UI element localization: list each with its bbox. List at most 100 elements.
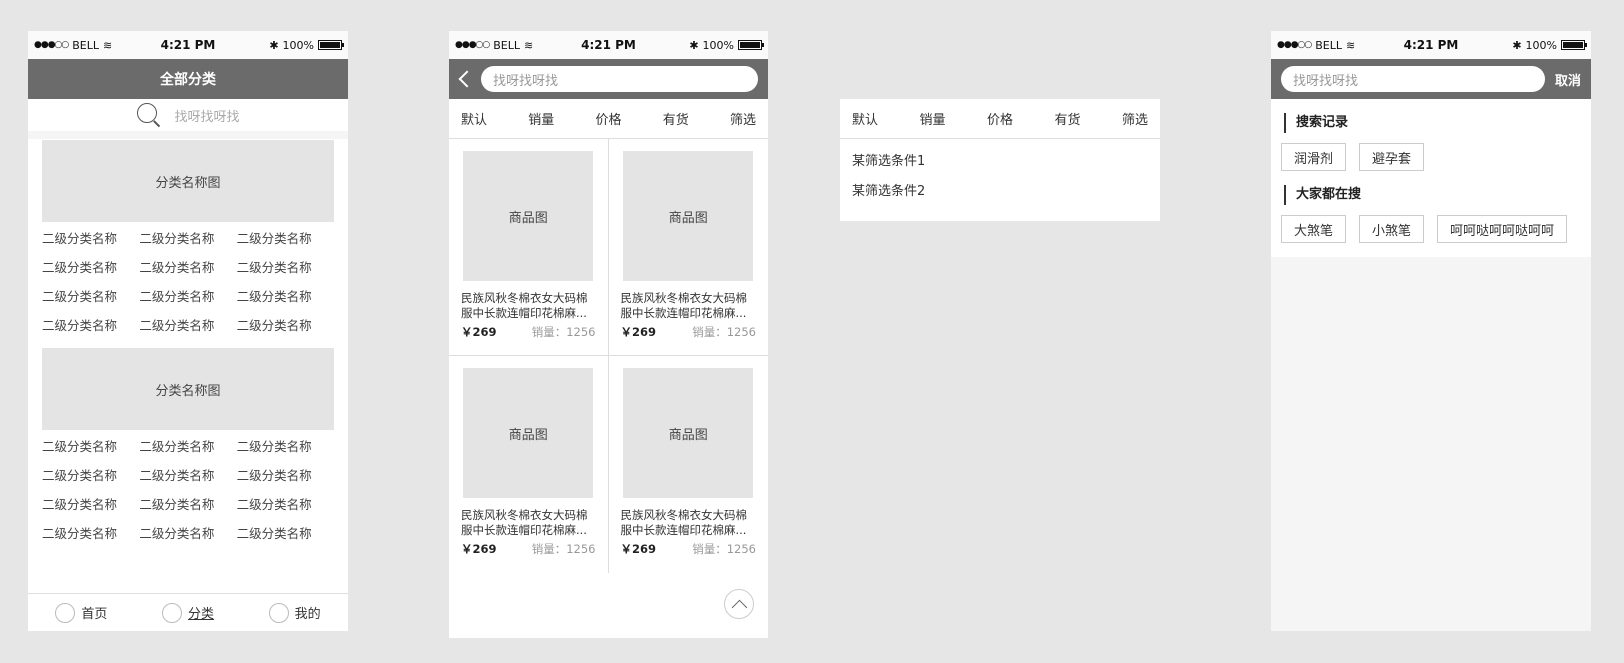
category-groups: 分类名称图 二级分类名称 二级分类名称 二级分类名称 二级分类名称 二级分类名称 二级分类名… — [28, 140, 348, 548]
subcategory-link[interactable]: 二级分类名称 — [42, 494, 139, 513]
subcategory-link[interactable]: 二级分类名称 — [237, 315, 334, 334]
filter-condition[interactable]: 某筛选条件2 — [852, 177, 1148, 207]
nav-item[interactable]: 我的 — [268, 602, 321, 623]
subcategory-link[interactable]: 二级分类名称 — [237, 465, 334, 484]
nav-item-label: 分类 — [187, 607, 214, 622]
product-meta: ￥269 销量：1256 — [461, 541, 596, 557]
search-bar: 找呀找呀找 — [449, 59, 768, 99]
sort-tab[interactable]: 默认 — [852, 109, 878, 128]
product-title: 民族风秋冬棉衣女大码棉服中长款连帽印花棉麻... — [620, 508, 748, 537]
subcategory-link[interactable]: 二级分类名称 — [237, 257, 334, 276]
product-list-screen: ●●●○○ BELL ≋ 4:21 PM ✱ 100% 找呀找呀找 默认 销量 价格 有货 筛… — [449, 31, 768, 638]
subcategory-link[interactable]: 二级分类名称 — [139, 228, 236, 247]
hot-tag[interactable]: 大煞笔 — [1281, 215, 1347, 243]
battery-icon — [318, 40, 344, 50]
product-image: 商品图 — [463, 151, 594, 281]
status-time: 4:21 PM — [160, 38, 216, 52]
subcategory-link[interactable]: 二级分类名称 — [139, 523, 236, 542]
nav-item[interactable]: 首页 — [55, 602, 107, 623]
subcategory-link[interactable]: 二级分类名称 — [139, 465, 236, 484]
search-screen: ●●●○○ BELL ≋ 4:21 PM ✱ 100% 找呀找呀找 取消 搜索记录 润… — [1271, 31, 1591, 631]
subcategory-grid: 二级分类名称 二级分类名称 二级分类名称 二级分类名称 二级分类名称 二级分类名称 二级分类… — [28, 222, 348, 340]
status-bar: ●●●○○ BELL ≋ 4:21 PM ✱ 100% — [28, 31, 348, 59]
hot-tag[interactable]: 呵呵哒呵呵哒呵呵 — [1437, 215, 1568, 243]
product-card[interactable]: 商品图民族风秋冬棉衣女大码棉服中长款连帽印花棉麻... ￥269 销量：1256 — [449, 356, 609, 573]
search-suggestions: 搜索记录 润滑剂 避孕套 大家都在搜 大煞笔 小煞笔 呵呵哒呵呵哒呵呵 — [1271, 99, 1591, 257]
product-card[interactable]: 商品图民族风秋冬棉衣女大码棉服中长款连帽印花棉麻... ￥269 销量：1256 — [449, 139, 609, 356]
sort-tab[interactable]: 有货 — [1054, 109, 1080, 128]
product-price: ￥269 — [461, 325, 497, 339]
product-image: 商品图 — [623, 151, 754, 281]
category-image[interactable]: 分类名称图 — [42, 348, 334, 430]
search-input[interactable]: 找呀找呀找 — [1281, 66, 1545, 92]
nav-item-label: 我的 — [294, 607, 321, 622]
bottom-nav: 首页 分类 我的 — [28, 593, 348, 631]
product-price: ￥269 — [461, 542, 497, 556]
product-sales: 销量：1256 — [692, 542, 756, 556]
sort-tab[interactable]: 有货 — [663, 109, 689, 128]
history-title: 搜索记录 — [1284, 113, 1581, 133]
filter-condition[interactable]: 某筛选条件1 — [852, 147, 1148, 177]
subcategory-link[interactable]: 二级分类名称 — [139, 286, 236, 305]
product-sales: 销量：1256 — [692, 325, 756, 339]
sort-tab[interactable]: 价格 — [987, 109, 1013, 128]
sort-tab[interactable]: 销量 — [919, 109, 945, 128]
subcategory-link[interactable]: 二级分类名称 — [139, 257, 236, 276]
sort-tab[interactable]: 默认 — [461, 109, 487, 128]
nav-item[interactable]: 分类 — [161, 602, 214, 623]
subcategory-link[interactable]: 二级分类名称 — [139, 494, 236, 513]
product-price: ￥269 — [620, 325, 657, 339]
subcategory-link[interactable]: 二级分类名称 — [139, 436, 236, 455]
status-time: 4:21 PM — [581, 38, 636, 52]
subcategory-link[interactable]: 二级分类名称 — [42, 257, 139, 276]
product-title: 民族风秋冬棉衣女大码棉服中长款连帽印花棉麻... — [461, 508, 588, 537]
subcategory-link[interactable]: 二级分类名称 — [42, 228, 139, 247]
sort-bar: 默认 销量 价格 有货 筛选 — [840, 99, 1160, 139]
product-sales: 销量：1256 — [531, 325, 596, 339]
subcategory-link[interactable]: 二级分类名称 — [42, 523, 139, 542]
status-bar: ●●●○○ BELL ≋ 4:21 PM ✱ 100% — [1271, 31, 1591, 59]
product-card[interactable]: 商品图 民族风秋冬棉衣女大码棉服中长款连帽印花棉麻... ￥269 销量：1256 — [609, 356, 769, 573]
subcategory-link[interactable]: 二级分类名称 — [42, 315, 139, 334]
battery-icon — [1561, 40, 1587, 50]
history-tag[interactable]: 润滑剂 — [1281, 143, 1347, 171]
product-title: 民族风秋冬棉衣女大码棉服中长款连帽印花棉麻... — [461, 291, 588, 320]
product-meta: ￥269 销量：1256 — [621, 324, 757, 340]
back-icon[interactable] — [457, 69, 471, 89]
sort-tab[interactable]: 销量 — [528, 109, 554, 128]
sort-tab[interactable]: 筛选 — [730, 109, 756, 128]
subcategory-link[interactable]: 二级分类名称 — [237, 494, 334, 513]
subcategory-link[interactable]: 二级分类名称 — [139, 315, 236, 334]
page-title: 全部分类 — [28, 59, 348, 99]
hot-title: 大家都在搜 — [1284, 185, 1581, 205]
category-image[interactable]: 分类名称图 — [42, 140, 334, 222]
back-to-top-icon[interactable] — [724, 589, 754, 619]
search-placeholder: 找呀找呀找 — [174, 109, 240, 125]
history-tag[interactable]: 避孕套 — [1359, 143, 1425, 171]
subcategory-link[interactable]: 二级分类名称 — [237, 286, 334, 305]
subcategory-link[interactable]: 二级分类名称 — [237, 523, 334, 542]
history-tags: 润滑剂 避孕套 — [1281, 143, 1581, 171]
sort-tab[interactable]: 价格 — [595, 109, 621, 128]
search-entry[interactable]: 找呀找呀找 — [28, 99, 348, 139]
profile-icon — [268, 602, 289, 623]
product-grid: 商品图 民族风秋冬棉衣女大码棉服中长款连帽印花棉麻... ￥269 销量：1256 商品… — [449, 139, 768, 573]
product-card[interactable]: 商品图 民族风秋冬棉衣女大码棉服中长款连帽印花棉麻... ￥269 销量：1256 — [608, 139, 768, 356]
product-meta: ￥269 销量：1256 — [621, 541, 757, 557]
product-meta: ￥269 销量：1256 — [461, 324, 596, 340]
subcategory-link[interactable]: 二级分类名称 — [42, 436, 139, 455]
subcategory-link[interactable]: 二级分类名称 — [42, 465, 139, 484]
search-input[interactable]: 找呀找呀找 — [481, 66, 758, 92]
sort-tab[interactable]: 筛选 — [1122, 109, 1148, 128]
search-icon — [136, 102, 162, 128]
search-bar: 找呀找呀找 取消 — [1271, 59, 1591, 99]
subcategory-link[interactable]: 二级分类名称 — [42, 286, 139, 305]
status-bar: ●●●○○ BELL ≋ 4:21 PM ✱ 100% — [449, 31, 768, 59]
hot-tag[interactable]: 小煞笔 — [1359, 215, 1425, 243]
cancel-button[interactable]: 取消 — [1555, 70, 1581, 89]
subcategory-link[interactable]: 二级分类名称 — [237, 228, 334, 247]
product-image: 商品图 — [463, 368, 594, 498]
filter-panel: 默认 销量 价格 有货 筛选 某筛选条件1 某筛选条件2 — [840, 99, 1160, 221]
subcategory-link[interactable]: 二级分类名称 — [237, 436, 334, 455]
sort-bar: 默认 销量 价格 有货 筛选 — [449, 99, 768, 139]
